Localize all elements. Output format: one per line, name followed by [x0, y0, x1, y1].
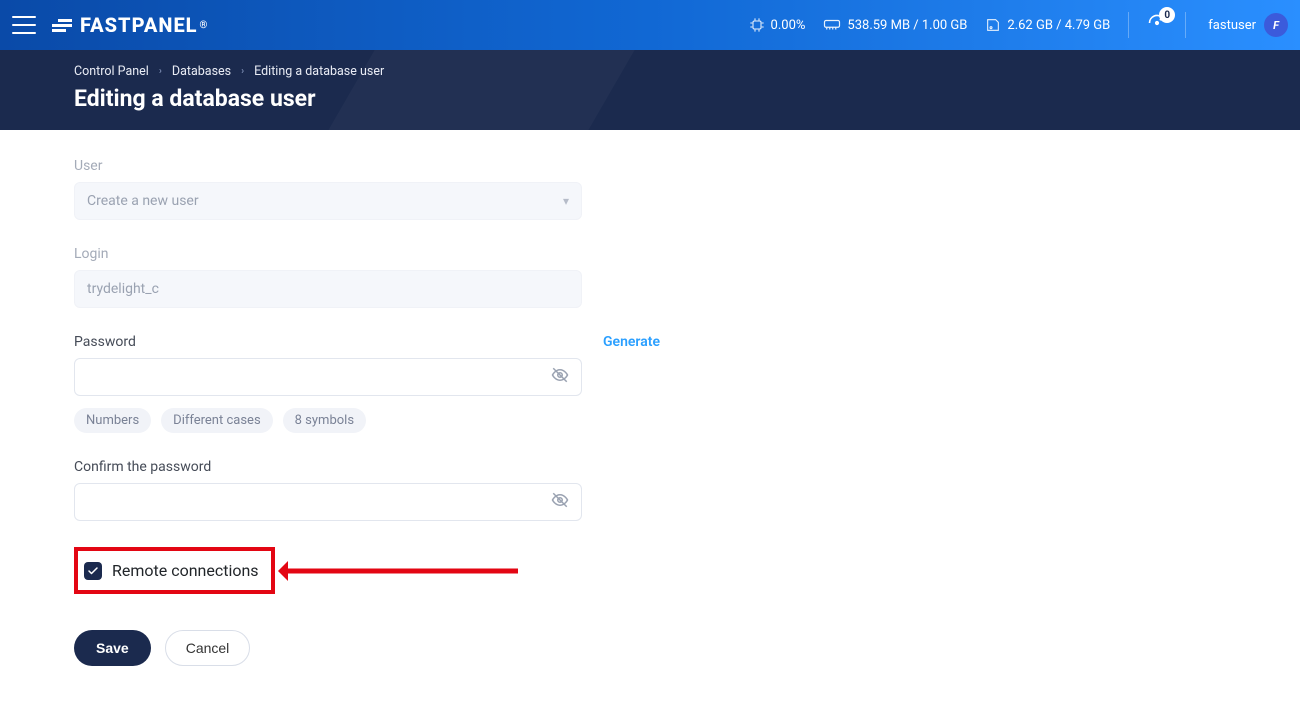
brand-text: FASTPANEL	[80, 13, 198, 37]
chevron-right-icon: ›	[159, 66, 162, 77]
password-label: Password	[74, 334, 136, 350]
generate-link[interactable]: Generate	[603, 334, 660, 350]
page-title: Editing a database user	[74, 85, 1300, 112]
topbar-divider-2	[1185, 12, 1186, 38]
avatar: F	[1264, 13, 1288, 37]
brand-registered: ®	[200, 20, 209, 31]
checkbox-checked-icon	[84, 562, 102, 580]
disk-value: 2.62 GB / 4.79 GB	[1007, 18, 1110, 33]
subheader: Control Panel › Databases › Editing a da…	[0, 50, 1300, 130]
notifications-button[interactable]: 0	[1147, 13, 1167, 37]
rule-numbers: Numbers	[74, 408, 151, 433]
topbar-right: 0.00% 538.59 MB / 1.00 GB 2.62 GB / 4.79…	[749, 12, 1288, 38]
chevron-down-icon: ▾	[563, 194, 569, 208]
disk-icon	[985, 17, 1001, 33]
username: fastuser	[1208, 18, 1256, 33]
eye-off-icon[interactable]	[551, 366, 569, 388]
annotation-arrow-icon	[278, 565, 518, 577]
save-button[interactable]: Save	[74, 630, 151, 666]
cpu-value: 0.00%	[771, 18, 806, 33]
password-rules: Numbers Different cases 8 symbols	[74, 408, 660, 433]
login-field: Login trydelight_c	[74, 246, 660, 308]
remote-connections-highlight: Remote connections	[74, 547, 275, 594]
breadcrumb: Control Panel › Databases › Editing a da…	[74, 64, 1300, 79]
login-input[interactable]: trydelight_c	[74, 270, 582, 308]
remote-connections-label: Remote connections	[112, 561, 259, 580]
notif-badge: 0	[1159, 7, 1175, 23]
user-field: User Create a new user ▾	[74, 158, 660, 220]
user-menu[interactable]: fastuser F	[1204, 13, 1288, 37]
password-field: Password Generate Numbers Different case…	[74, 334, 660, 433]
form-actions: Save Cancel	[74, 630, 660, 666]
ram-value: 538.59 MB / 1.00 GB	[847, 18, 967, 33]
ram-icon	[823, 18, 841, 32]
cancel-button[interactable]: Cancel	[165, 630, 251, 666]
user-select-value: Create a new user	[87, 193, 199, 209]
login-value: trydelight_c	[87, 281, 159, 297]
brand-mark-icon	[52, 19, 72, 32]
eye-off-icon[interactable]	[551, 491, 569, 513]
menu-icon[interactable]	[12, 16, 36, 34]
confirm-field: Confirm the password	[74, 459, 660, 521]
breadcrumb-databases[interactable]: Databases	[172, 64, 231, 79]
confirm-label: Confirm the password	[74, 459, 660, 475]
cpu-icon	[749, 17, 765, 33]
rule-cases: Different cases	[161, 408, 273, 433]
topbar-divider	[1128, 12, 1129, 38]
breadcrumb-current: Editing a database user	[254, 64, 384, 79]
breadcrumb-home[interactable]: Control Panel	[74, 64, 149, 79]
remote-connections-checkbox[interactable]: Remote connections	[84, 561, 259, 580]
chevron-right-icon: ›	[241, 66, 244, 77]
login-label: Login	[74, 246, 660, 262]
ram-metric[interactable]: 538.59 MB / 1.00 GB	[823, 18, 967, 33]
password-label-row: Password Generate	[74, 334, 660, 350]
rule-symbols: 8 symbols	[283, 408, 366, 433]
form: User Create a new user ▾ Login trydeligh…	[0, 130, 660, 706]
user-select[interactable]: Create a new user ▾	[74, 182, 582, 220]
cpu-metric[interactable]: 0.00%	[749, 17, 806, 33]
user-label: User	[74, 158, 660, 174]
password-input[interactable]	[74, 358, 582, 396]
disk-metric[interactable]: 2.62 GB / 4.79 GB	[985, 17, 1110, 33]
brand-logo[interactable]: FASTPANEL ®	[52, 13, 208, 37]
topbar: FASTPANEL ® 0.00% 538.59 MB / 1.00 GB 2.…	[0, 0, 1300, 50]
confirm-input[interactable]	[74, 483, 582, 521]
